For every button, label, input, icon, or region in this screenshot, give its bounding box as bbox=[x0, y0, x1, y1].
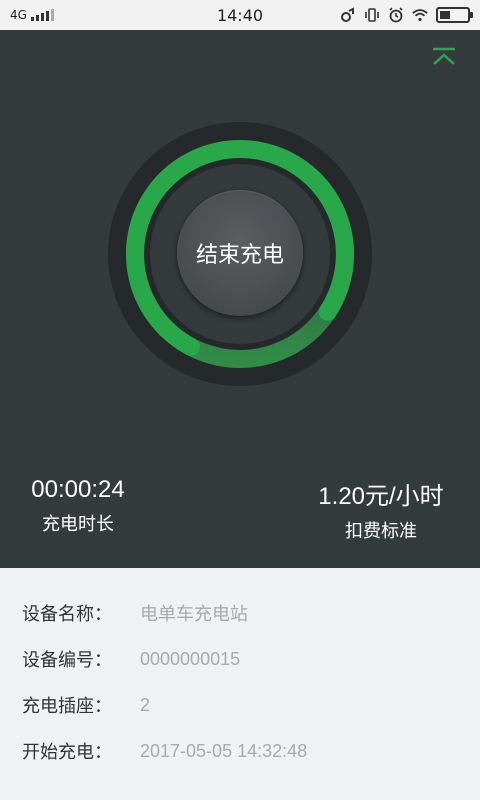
info-value: 电单车充电站 bbox=[140, 604, 248, 625]
alarm-icon bbox=[388, 7, 404, 23]
vibrate-icon bbox=[364, 7, 380, 23]
charging-panel: 结束充电 00:00:24 充电时长 1.20元/小时 扣费标准 bbox=[0, 30, 480, 568]
info-row-start-time: 开始充电： 2017-05-05 14:32:48 bbox=[0, 728, 480, 774]
rate-label: 扣费标准 bbox=[345, 521, 417, 542]
wifi-icon bbox=[412, 7, 428, 23]
rate-value: 1.20元/小时 bbox=[318, 483, 444, 510]
info-value: 2 bbox=[140, 694, 151, 715]
info-key: 设备编号： bbox=[22, 650, 112, 671]
stop-charging-button[interactable]: 结束充电 bbox=[177, 190, 303, 316]
info-row-device-id: 设备编号： 0000000015 bbox=[0, 636, 480, 682]
signal-icon bbox=[30, 9, 54, 21]
status-left: 4G bbox=[10, 8, 54, 22]
chevron-up-icon bbox=[433, 47, 455, 65]
info-row-device-name: 设备名称： 电单车充电站 bbox=[0, 590, 480, 636]
info-key: 充电插座： bbox=[22, 696, 112, 717]
device-info-list: 设备名称： 电单车充电站 设备编号： 0000000015 充电插座： 2 开始… bbox=[0, 568, 480, 800]
info-row-socket: 充电插座： 2 bbox=[0, 682, 480, 728]
battery-icon bbox=[436, 7, 473, 23]
duration-label: 充电时长 bbox=[42, 514, 114, 535]
info-key: 设备名称： bbox=[22, 604, 112, 625]
nfc-icon bbox=[340, 7, 356, 23]
collapse-button[interactable] bbox=[430, 46, 458, 68]
info-key: 开始充电： bbox=[22, 742, 112, 763]
status-bar: 4G 14:40 bbox=[0, 0, 480, 30]
status-right bbox=[340, 7, 473, 23]
duration-value: 00:00:24 bbox=[31, 476, 125, 503]
info-value: 2017-05-05 14:32:48 bbox=[140, 740, 308, 761]
info-value: 0000000015 bbox=[140, 648, 241, 669]
rate-stat: 1.20元/小时 扣费标准 bbox=[306, 476, 456, 543]
network-type: 4G bbox=[10, 8, 27, 22]
duration-stat: 00:00:24 充电时长 bbox=[22, 476, 134, 536]
